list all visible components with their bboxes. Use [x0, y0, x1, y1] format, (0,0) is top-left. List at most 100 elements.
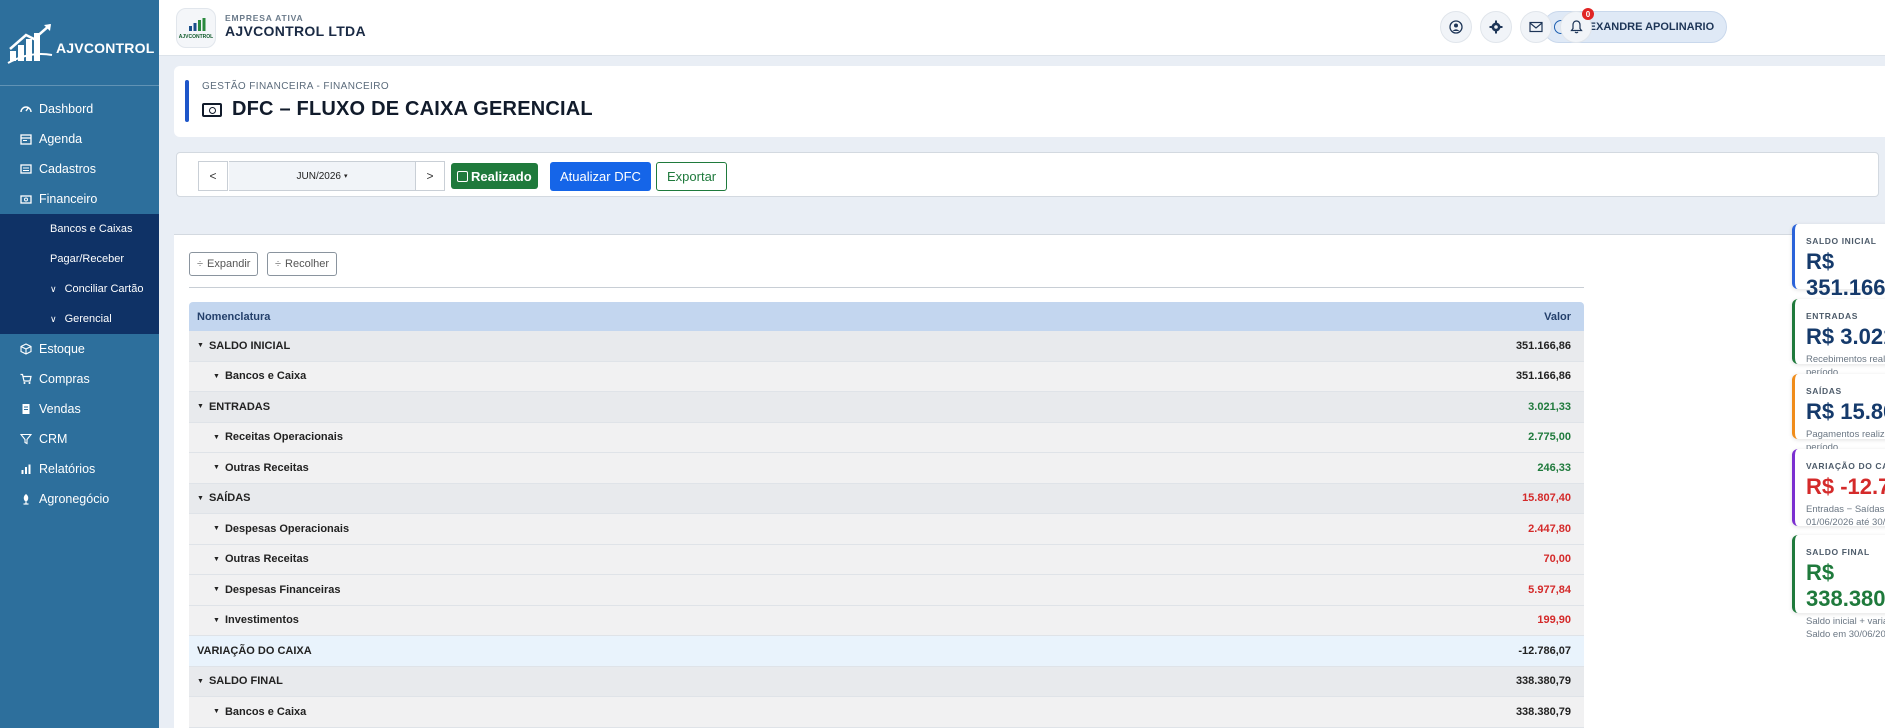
table-row[interactable]: ▼ ENTRADAS 3.021,33: [189, 392, 1584, 423]
row-label: ▼ SALDO INICIAL: [197, 340, 290, 352]
bar-chart-logo-icon: [6, 21, 54, 65]
bar-chart-icon: [19, 462, 33, 476]
calendar-icon: [19, 132, 33, 146]
row-label-text: Outras Receitas: [224, 461, 309, 474]
financeiro-submenu: Bancos e Caixas Pagar/Receber ∨ Concilia…: [0, 214, 159, 334]
table-row[interactable]: ▼ SAÍDAS 15.807,40: [189, 483, 1584, 514]
sidebar-item-label: Dashbord: [39, 102, 94, 116]
period-value: JUN/2026: [296, 170, 341, 182]
caret-down-icon[interactable]: ▼: [213, 373, 220, 380]
row-label: VARIAÇÃO DO CAIXA: [197, 645, 312, 657]
caret-down-icon[interactable]: ▼: [197, 342, 204, 349]
table-row[interactable]: ▼ Bancos e Caixa 351.166,86: [189, 361, 1584, 392]
sidebar-subitem-label: Conciliar Cartão: [64, 283, 144, 295]
period-select[interactable]: JUN/2026 ▾: [229, 161, 415, 191]
realizado-toggle-button[interactable]: Realizado: [451, 163, 538, 189]
sidebar-item-compras[interactable]: Compras: [0, 364, 159, 394]
previous-period-button[interactable]: <: [198, 161, 228, 191]
table-row[interactable]: ▼ SALDO INICIAL 351.166,86: [189, 331, 1584, 362]
expand-all-button[interactable]: ÷ Expandir: [189, 252, 259, 276]
caret-down-icon[interactable]: ▼: [213, 617, 220, 624]
sidebar-item-vendas[interactable]: Vendas: [0, 394, 159, 424]
row-value: 338.380,79: [1515, 675, 1571, 688]
messages-button[interactable]: [1520, 11, 1552, 43]
gauge-icon: [19, 102, 33, 116]
table-row[interactable]: ▼ Outras Receitas 246,33: [189, 453, 1584, 484]
kpi-card: SALDO INICIALR$ 351.166,86Bancos e caixa…: [1792, 224, 1885, 329]
row-label: ▼ Despesas Financeiras: [197, 584, 341, 596]
table-row[interactable]: ▼ Despesas Operacionais 2.447,80: [189, 514, 1584, 545]
kpi-card: SAÍDASR$ 15.807,40Pagamentos realizados …: [1792, 374, 1885, 453]
kpi-value: R$ 351.166,86: [1806, 249, 1885, 300]
caret-down-icon[interactable]: ▼: [213, 708, 220, 715]
collapse-all-button[interactable]: ÷ Recolher: [267, 252, 338, 276]
sidebar-subitem-conciliar-cartao[interactable]: ∨ Conciliar Cartão: [0, 274, 159, 304]
caret-down-icon[interactable]: ▼: [213, 556, 220, 563]
collapse-label: Recolher: [285, 258, 330, 270]
kpi-subtitle-secondary: Saldo em 30/06/2026: [1806, 629, 1885, 640]
sidebar-item-agenda[interactable]: Agenda: [0, 124, 159, 154]
caret-down-icon[interactable]: ▼: [213, 586, 220, 593]
table-row[interactable]: ▼ Outras Receitas 70,00: [189, 544, 1584, 575]
sidebar-item-estoque[interactable]: Estoque: [0, 334, 159, 364]
money-bill-icon: [19, 192, 33, 206]
kpi-subtitle: Saldo inicial + variação: [1806, 616, 1885, 627]
caret-down-icon[interactable]: ▼: [213, 464, 220, 471]
company-kicker: EMPRESA ATIVA: [225, 13, 304, 23]
sidebar-item-financeiro[interactable]: Financeiro: [0, 184, 159, 214]
sidebar-item-label: Cadastros: [39, 162, 96, 176]
brand-logo[interactable]: AJVCONTROL: [0, 0, 159, 86]
table-row[interactable]: ▼ Investimentos 199,90: [189, 605, 1584, 636]
caret-down-icon: ▾: [343, 173, 348, 180]
row-label: ▼ SAÍDAS: [197, 492, 251, 504]
row-label-text: VARIAÇÃO DO CAIXA: [197, 644, 312, 657]
kpi-subtitle: Entradas − Saídas: [1806, 504, 1885, 515]
exportar-button[interactable]: Exportar: [656, 162, 728, 191]
row-label-text: SALDO FINAL: [208, 675, 283, 688]
chevron-down-icon: ∨: [50, 283, 57, 294]
column-header-nomenclatura: Nomenclatura: [197, 310, 271, 323]
table-row[interactable]: ▼ Bancos e Caixa 338.380,79: [189, 697, 1584, 728]
sidebar-item-crm[interactable]: CRM: [0, 424, 159, 454]
sidebar-item-dashbord[interactable]: Dashbord: [0, 94, 159, 124]
bar-chart-logo-icon: [189, 18, 206, 31]
company-name[interactable]: AJVCONTROL LTDA: [225, 23, 366, 39]
sidebar: AJVCONTROL Dashbord Agenda Cadastros Fin…: [0, 0, 159, 728]
page-title: DFC – FLUXO DE CAIXA GERENCIAL: [202, 98, 593, 121]
kpi-label: ENTRADAS: [1806, 311, 1859, 321]
top-bar: AJVCONTROL EMPRESA ATIVA AJVCONTROL LTDA…: [159, 0, 1885, 56]
row-value: -12.786,07: [1518, 644, 1571, 657]
row-value: 246,33: [1537, 461, 1571, 474]
row-label-text: SALDO INICIAL: [208, 339, 291, 352]
caret-down-icon[interactable]: ▼: [197, 403, 204, 410]
notifications-button[interactable]: 0: [1560, 8, 1594, 43]
row-value: 70,00: [1543, 553, 1571, 566]
table-row[interactable]: ▼ SALDO FINAL 338.380,79: [189, 666, 1584, 697]
page-title-text: DFC – FLUXO DE CAIXA GERENCIAL: [232, 98, 593, 120]
caret-down-icon[interactable]: ▼: [213, 525, 220, 532]
divider: [189, 287, 1584, 288]
sidebar-item-cadastros[interactable]: Cadastros: [0, 154, 159, 184]
table-body: ▼ SALDO INICIAL 351.166,86 ▼ Bancos e Caixa 3…: [189, 331, 1584, 728]
sidebar-item-relatorios[interactable]: Relatórios: [0, 454, 159, 484]
sidebar-subitem-bancos-caixas[interactable]: Bancos e Caixas: [0, 214, 159, 244]
next-period-button[interactable]: >: [415, 161, 445, 191]
kpi-label: SALDO FINAL: [1806, 547, 1870, 557]
row-value: 2.447,80: [1528, 522, 1571, 535]
row-label-text: SAÍDAS: [208, 492, 251, 505]
caret-down-icon[interactable]: ▼: [197, 678, 204, 685]
chevron-down-icon: ∨: [50, 313, 57, 324]
profile-button[interactable]: [1440, 11, 1472, 43]
atualizar-dfc-button[interactable]: Atualizar DFC: [550, 162, 651, 191]
sidebar-subitem-pagar-receber[interactable]: Pagar/Receber: [0, 244, 159, 274]
table-row[interactable]: ▼ Receitas Operacionais 2.775,00: [189, 422, 1584, 453]
kpi-value: R$ 15.807,40: [1806, 399, 1885, 424]
table-row[interactable]: ▼ Despesas Financeiras 5.977,84: [189, 575, 1584, 606]
sidebar-subitem-gerencial[interactable]: ∨ Gerencial: [0, 304, 159, 334]
settings-button[interactable]: [1480, 11, 1512, 43]
caret-down-icon[interactable]: ▼: [213, 434, 220, 441]
sidebar-item-agronegocio[interactable]: Agronegócio: [0, 484, 159, 514]
caret-down-icon[interactable]: ▼: [197, 495, 204, 502]
filter-toolbar: < JUN/2026 ▾ > Realizado Atualizar DFC E…: [176, 152, 1879, 197]
receipt-icon: [19, 402, 33, 416]
